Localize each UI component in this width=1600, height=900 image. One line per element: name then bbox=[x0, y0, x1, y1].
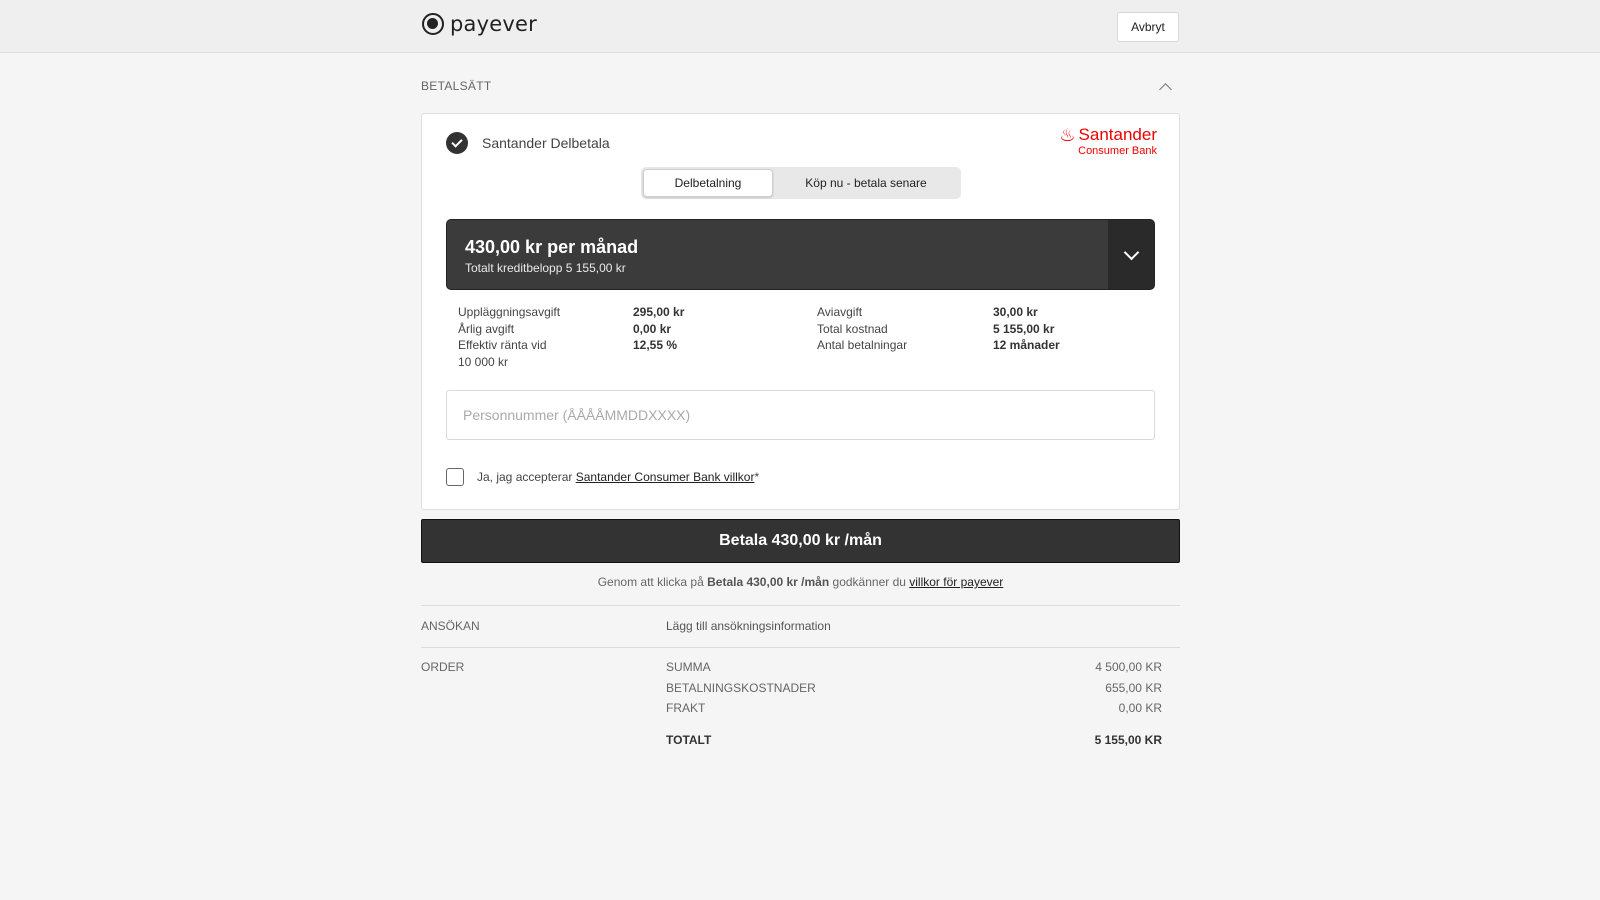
detail-value: 0,00 kr bbox=[633, 321, 672, 336]
consent-text: Genom att klicka på Betala 430,00 kr /må… bbox=[421, 575, 1180, 589]
plan-selector[interactable]: 430,00 kr per månad Totalt kreditbelopp … bbox=[446, 219, 1155, 290]
payever-logo-icon bbox=[422, 13, 444, 35]
chevron-down-icon[interactable] bbox=[1108, 220, 1154, 289]
detail-label: Total kostnad bbox=[817, 321, 888, 336]
order-line-summa: SUMMA 4 500,00 KR bbox=[666, 660, 1162, 674]
detail-label: Effektiv ränta vid bbox=[458, 338, 547, 352]
consent-prefix: Genom att klicka på bbox=[597, 575, 708, 589]
add-application-info-link[interactable]: Lägg till ansökningsinformation bbox=[666, 619, 831, 633]
santander-logo: ♨ Santander Consumer Bank bbox=[1059, 125, 1157, 158]
chevron-up-icon[interactable] bbox=[1159, 82, 1172, 96]
order-line-payment-costs: BETALNINGSKOSTNADER 655,00 KR bbox=[666, 681, 1162, 695]
terms-row: Ja, jag accepterar Santander Consumer Ba… bbox=[446, 468, 759, 486]
toggle-option-buy-now-pay-later[interactable]: Köp nu - betala senare bbox=[773, 169, 959, 197]
personal-number-input[interactable] bbox=[446, 390, 1155, 440]
cancel-button[interactable]: Avbryt bbox=[1117, 12, 1179, 42]
detail-label: Aviavgift bbox=[817, 305, 863, 319]
order-line-value: 655,00 KR bbox=[1105, 681, 1162, 695]
checkout-main: BETALSÄTT Santander Delbetala ♨ Santande… bbox=[421, 53, 1180, 747]
santander-flame-icon: ♨ bbox=[1059, 125, 1076, 145]
brand-name: Santander bbox=[1078, 125, 1157, 144]
section-title: BETALSÄTT bbox=[421, 79, 492, 93]
divider bbox=[421, 605, 1180, 606]
terms-text: Ja, jag accepterar Santander Consumer Ba… bbox=[477, 470, 759, 484]
toggle-option-installment[interactable]: Delbetalning bbox=[643, 169, 773, 197]
payment-method-label: Santander Delbetala bbox=[482, 135, 610, 151]
logo-text: payever bbox=[450, 12, 537, 36]
application-label: ANSÖKAN bbox=[421, 619, 480, 633]
payment-type-toggle: Delbetalning Köp nu - betala senare bbox=[641, 167, 961, 199]
order-line-label: SUMMA bbox=[666, 660, 711, 674]
order-line-label: BETALNINGSKOSTNADER bbox=[666, 681, 816, 695]
terms-link[interactable]: Santander Consumer Bank villkor bbox=[576, 470, 755, 484]
brand-subtitle: Consumer Bank bbox=[1078, 145, 1157, 157]
detail-label: Årlig avgift bbox=[458, 321, 515, 336]
payever-logo[interactable]: payever bbox=[422, 13, 537, 35]
top-bar: payever Avbryt bbox=[0, 0, 1600, 53]
order-line-value: 4 500,00 KR bbox=[1095, 660, 1162, 674]
order-line-shipping: FRAKT 0,00 KR bbox=[666, 701, 1162, 715]
order-line-label: FRAKT bbox=[666, 701, 706, 715]
order-total: TOTALT 5 155,00 KR bbox=[666, 733, 1162, 747]
payment-method-option[interactable]: Santander Delbetala bbox=[446, 132, 610, 154]
detail-value: 5 155,00 kr bbox=[993, 321, 1055, 336]
detail-value: 30,00 kr bbox=[993, 305, 1038, 319]
detail-label: 10 000 kr bbox=[458, 354, 509, 369]
payment-section-header[interactable]: BETALSÄTT bbox=[421, 53, 1180, 113]
terms-checkbox[interactable] bbox=[446, 468, 464, 486]
payever-terms-link[interactable]: villkor för payever bbox=[909, 575, 1003, 589]
detail-label: Antal betalningar bbox=[817, 338, 908, 352]
order-label: ORDER bbox=[421, 660, 465, 674]
pay-button[interactable]: Betala 430,00 kr /mån bbox=[421, 519, 1180, 563]
order-total-value: 5 155,00 KR bbox=[1094, 733, 1162, 747]
checkmark-icon bbox=[446, 132, 468, 154]
plan-total-credit: Totalt kreditbelopp 5 155,00 kr bbox=[465, 261, 626, 275]
terms-asterisk: * bbox=[754, 470, 760, 484]
consent-middle: godkänner du bbox=[829, 575, 910, 589]
terms-prefix: Ja, jag accepterar bbox=[477, 470, 576, 484]
order-total-label: TOTALT bbox=[666, 733, 712, 747]
detail-value: 12,55 % bbox=[633, 338, 678, 352]
order-line-value: 0,00 KR bbox=[1118, 701, 1162, 715]
detail-value: 12 månader bbox=[993, 338, 1060, 352]
plan-monthly-amount: 430,00 kr per månad bbox=[465, 237, 639, 257]
divider bbox=[421, 647, 1180, 648]
detail-value: 295,00 kr bbox=[633, 305, 685, 319]
consent-bold: Betala 430,00 kr /mån bbox=[707, 575, 830, 589]
payment-method-card: Santander Delbetala ♨ Santander Consumer… bbox=[421, 113, 1180, 510]
detail-label: Uppläggningsavgift bbox=[458, 305, 561, 319]
